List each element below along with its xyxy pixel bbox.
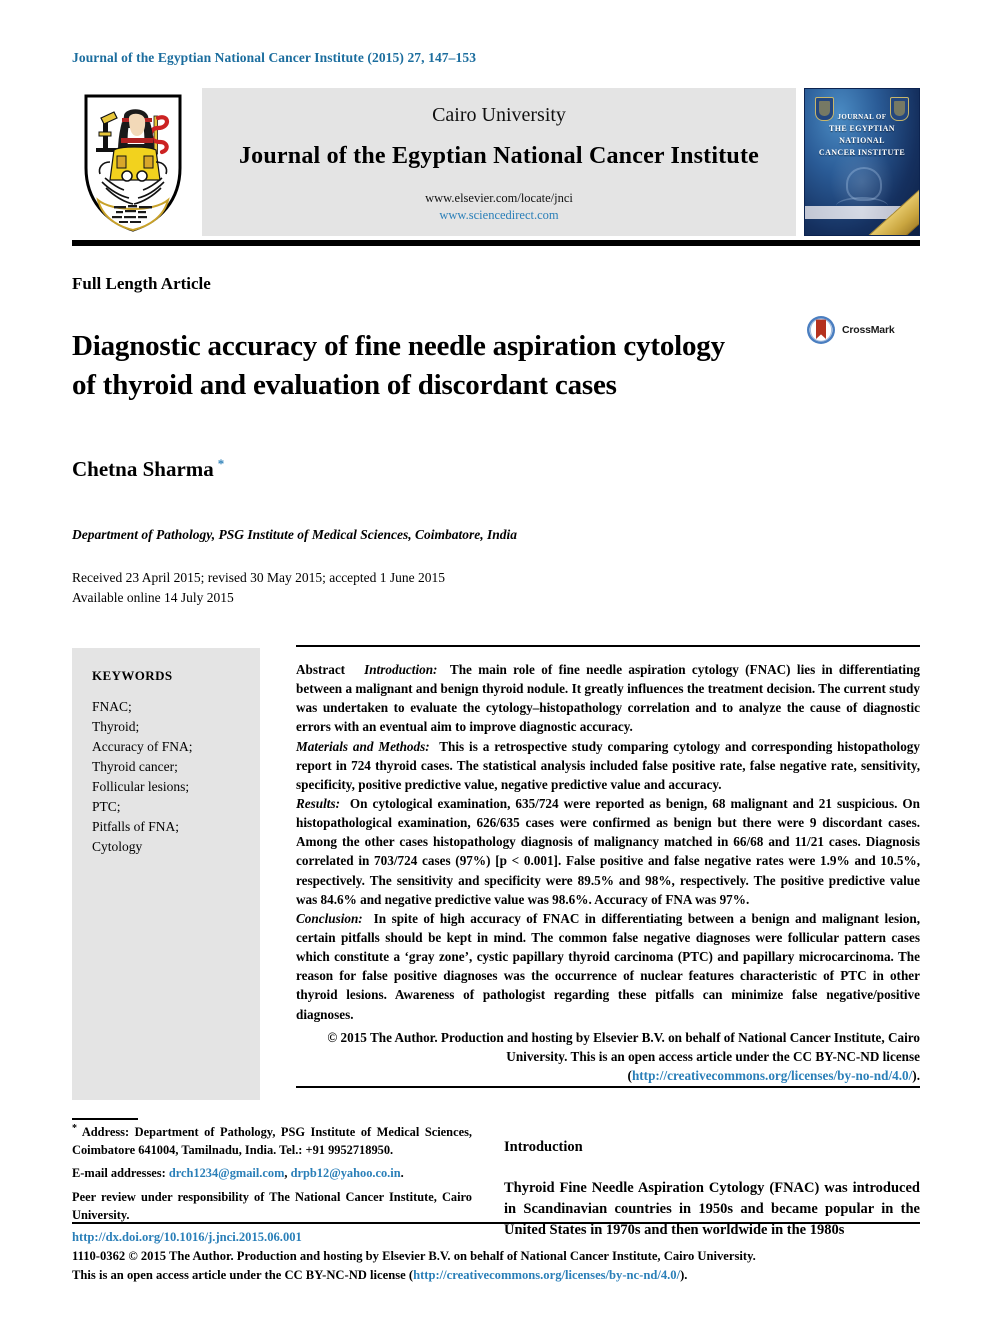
journal-title: Journal of the Egyptian National Cancer … xyxy=(238,143,760,169)
abstract-section-text: On cytological examination, 635/724 were… xyxy=(296,795,920,907)
footnote-block: * Address: Department of Pathology, PSG … xyxy=(72,1122,472,1230)
abstract-paragraph: Results: On cytological examination, 635… xyxy=(296,794,920,909)
footer-license-link[interactable]: http://creativecommons.org/licenses/by-n… xyxy=(413,1268,680,1282)
masthead-center: Cairo University Journal of the Egyptian… xyxy=(202,88,796,236)
crossmark-icon[interactable] xyxy=(806,315,836,345)
article-dates: Received 23 April 2015; revised 30 May 2… xyxy=(72,568,445,607)
email-label: E-mail addresses: xyxy=(72,1166,166,1181)
abstract-section-heading: Results: xyxy=(296,795,340,811)
keyword-item: Follicular lesions; xyxy=(92,778,190,794)
footer-license-line: This is an open access article under the… xyxy=(72,1266,920,1285)
author-name: Chetna Sharma * xyxy=(72,456,224,482)
footnote-address-text: Address: Department of Pathology, PSG In… xyxy=(72,1125,472,1157)
abstract-paragraph: Abstract Introduction: The main role of … xyxy=(296,660,920,737)
keyword-item: Pitfalls of FNA; xyxy=(92,818,180,834)
journal-masthead: Cairo University Journal of the Egyptian… xyxy=(72,88,920,236)
abstract-section-heading: Conclusion: xyxy=(296,910,363,926)
sciencedirect-url[interactable]: www.sciencedirect.com xyxy=(439,207,558,224)
footnote-email-paragraph: E-mail addresses: drch1234@gmail.com, dr… xyxy=(72,1165,472,1183)
abstract-label: Abstract xyxy=(296,662,346,677)
abstract-copyright: © 2015 The Author. Production and hostin… xyxy=(296,1028,920,1085)
keyword-item: Thyroid; xyxy=(92,718,140,734)
footer-top-rule xyxy=(72,1222,920,1224)
abstract-section-heading: Materials and Methods: xyxy=(296,738,430,754)
keyword-item: Cytology xyxy=(92,838,143,854)
elsevier-url[interactable]: www.elsevier.com/locate/jnci xyxy=(425,190,573,207)
cover-title-text: Journal of The Egyptian National Cancer … xyxy=(809,112,915,159)
cover-title-line-1: Journal of xyxy=(837,113,887,121)
affiliation: Department of Pathology, PSG Institute o… xyxy=(72,527,517,542)
email-link-primary[interactable]: drch1234@gmail.com xyxy=(169,1166,285,1180)
abstract-section-heading: Introduction: xyxy=(364,662,438,677)
page-title: Diagnostic accuracy of fine needle aspir… xyxy=(72,330,725,401)
keyword-item: PTC; xyxy=(92,798,121,814)
keywords-list: FNAC; Thyroid; Accuracy of FNA; Thyroid … xyxy=(92,697,260,857)
keywords-box: KEYWORDS FNAC; Thyroid; Accuracy of FNA;… xyxy=(72,648,260,1100)
received-revised-accepted-line: Received 23 April 2015; revised 30 May 2… xyxy=(72,570,446,585)
keyword-item: Accuracy of FNA; xyxy=(92,738,193,754)
introduction-heading: Introduction xyxy=(504,1139,583,1156)
footnote-address-paragraph: * Address: Department of Pathology, PSG … xyxy=(72,1122,472,1159)
crossmark-badge[interactable]: CrossMark xyxy=(806,315,895,345)
footer-copyright-line: 1110-0362 © 2015 The Author. Production … xyxy=(72,1248,756,1263)
footer-license-pre: This is an open access article under the… xyxy=(72,1267,414,1282)
abstract-section-text: In spite of high accuracy of FNAC in dif… xyxy=(296,910,920,1022)
abstract-block: Abstract Introduction: The main role of … xyxy=(296,660,920,1085)
abstract-top-rule xyxy=(296,645,920,647)
cairo-university-crest-logo xyxy=(72,88,194,236)
crest-icon xyxy=(84,94,182,232)
cover-title-line-2: The Egyptian National xyxy=(829,123,895,145)
publisher-name: Cairo University xyxy=(432,104,566,126)
keyword-item: FNAC; xyxy=(92,699,132,714)
abstract-paragraph: Conclusion: In spite of high accuracy of… xyxy=(296,909,920,1024)
article-type-label: Full Length Article xyxy=(72,274,211,293)
peer-review-statement: Peer review under responsibility of The … xyxy=(72,1189,472,1222)
abstract-copyright-tail: ). xyxy=(912,1067,920,1083)
author-footnote-marker[interactable]: * xyxy=(218,456,225,471)
doi-link[interactable]: http://dx.doi.org/10.1016/j.jnci.2015.06… xyxy=(72,1228,920,1247)
keyword-item: Thyroid cancer; xyxy=(92,758,178,774)
journal-cover-thumbnail: Journal of The Egyptian National Cancer … xyxy=(804,88,920,236)
available-online-line: Available online 14 July 2015 xyxy=(72,589,234,605)
footer-license-post: ). xyxy=(680,1267,688,1282)
author-name-text: Chetna Sharma xyxy=(72,457,214,481)
email-tail: . xyxy=(400,1166,404,1181)
footnote-marker: * xyxy=(72,1123,77,1134)
footnote-separator-rule xyxy=(72,1118,138,1120)
keywords-heading: KEYWORDS xyxy=(92,668,173,683)
crossmark-label: CrossMark xyxy=(842,324,895,336)
abstract-paragraph: Materials and Methods: This is a retrosp… xyxy=(296,737,920,794)
abstract-bottom-rule xyxy=(296,1086,920,1088)
article-first-page: Journal of the Egyptian National Cancer … xyxy=(0,0,992,1323)
abstract-license-link[interactable]: http://creativecommons.org/licenses/by-n… xyxy=(632,1068,912,1083)
email-link-secondary[interactable]: drpb12@yahoo.co.in xyxy=(291,1166,401,1180)
running-head: Journal of the Egyptian National Cancer … xyxy=(72,50,477,65)
page-footer: http://dx.doi.org/10.1016/j.jnci.2015.06… xyxy=(72,1228,920,1285)
masthead-bottom-rule xyxy=(72,240,920,246)
